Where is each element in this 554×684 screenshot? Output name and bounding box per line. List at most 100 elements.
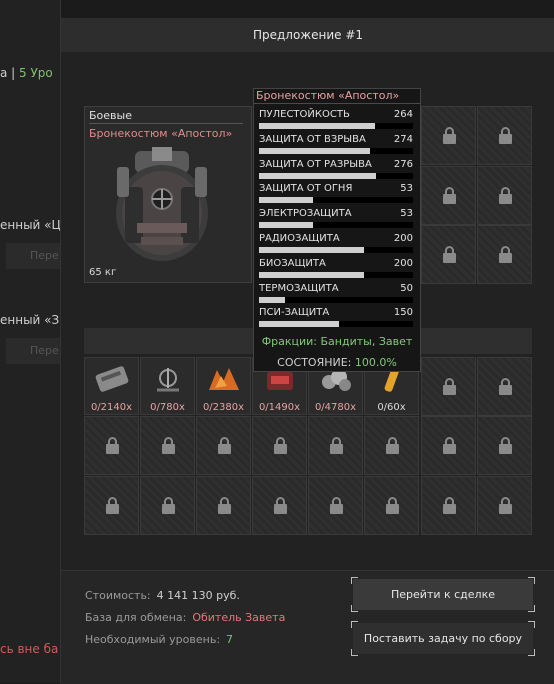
locked-slot	[84, 416, 139, 475]
stat-value: 53	[400, 208, 413, 220]
locked-slot	[421, 106, 476, 165]
stat-bar	[259, 172, 413, 179]
stat-label: ЗАЩИТА ОТ ВЗРЫВА	[259, 133, 366, 145]
armor-suit-icon	[116, 147, 208, 261]
locked-slot	[477, 166, 532, 225]
base-label: База для обмена:	[85, 611, 187, 624]
lock-icon	[499, 378, 512, 395]
lock-icon	[330, 497, 343, 514]
lock-icon	[162, 437, 175, 454]
stat-row: РАДИОЗАЩИТА 200	[257, 233, 417, 257]
cost-label: Стоимость:	[85, 589, 151, 602]
stat-value: 264	[393, 109, 413, 120]
stat-bar-fill	[259, 222, 313, 229]
stat-bar-fill	[259, 247, 364, 253]
stat-row: БИОЗАЩИТА 200	[257, 258, 417, 282]
offer-title: Предложение #1	[61, 18, 554, 52]
lock-icon	[443, 497, 456, 514]
parts-icon	[157, 368, 179, 392]
stat-label: ЗАЩИТА ОТ РАЗРЫВА	[259, 158, 372, 170]
tooltip-title: Бронекостюм «Апостол»	[256, 89, 400, 102]
stat-row: ПУЛЕСТОЙКОСТЬ 264	[257, 109, 417, 133]
lock-icon	[443, 187, 456, 204]
stat-row: ЗАЩИТА ОТ ОГНЯ 53	[257, 183, 417, 207]
level-label: Необходимый уровень:	[85, 633, 221, 646]
bg-level-prefix: а |	[0, 66, 16, 80]
stat-label: ЗАЩИТА ОТ ОГНЯ	[259, 183, 353, 195]
artifact-icon	[209, 368, 239, 390]
lock-icon	[386, 497, 399, 514]
stat-bar	[259, 197, 413, 204]
locked-slot	[252, 476, 307, 535]
lock-icon	[218, 437, 231, 454]
lock-icon	[330, 437, 343, 454]
go-to-deal-label: Перейти к сделке	[391, 588, 495, 601]
item-divider	[89, 123, 243, 124]
locked-slot	[308, 416, 363, 475]
locked-slot	[364, 476, 419, 535]
stat-bar-fill	[259, 197, 313, 204]
bg-quest-line-2: енный «З	[0, 313, 60, 327]
offer-panel: Предложение #1 Боевые Бронекостюм «Апост…	[60, 0, 554, 684]
set-collect-task-button[interactable]: Поставить задачу по сбору	[351, 621, 535, 656]
bg-level-line: а | 5 Уро	[0, 66, 53, 80]
tooltip-state: СОСТОЯНИЕ: 100.0%	[254, 356, 420, 369]
tooltip-divider	[254, 103, 420, 104]
base-row: База для обмена: Обитель Завета	[85, 611, 285, 624]
container-icon	[95, 366, 129, 392]
bg-quest-line-1: енный «Ц	[0, 218, 61, 232]
bg-level-green: 5 Уро	[19, 66, 53, 80]
resource-slot[interactable]: 0/2380x	[196, 357, 251, 415]
resource-slot[interactable]: 0/2140x	[84, 357, 139, 415]
stat-bar	[259, 222, 413, 229]
base-value: Обитель Завета	[192, 611, 286, 624]
state-label: СОСТОЯНИЕ:	[277, 356, 352, 369]
go-to-deal-button[interactable]: Перейти к сделке	[351, 577, 535, 612]
stat-value: 274	[393, 133, 413, 145]
locked-slot	[84, 476, 139, 535]
lock-icon	[443, 437, 456, 454]
stat-value: 150	[393, 307, 413, 319]
locked-slot	[364, 416, 419, 475]
resource-count: 0/2140x	[90, 402, 133, 413]
offer-footer: Стоимость: 4 141 130 руб. База для обмена…	[61, 570, 554, 684]
stat-row: ЗАЩИТА ОТ ВЗРЫВА 274	[257, 134, 417, 158]
lock-icon	[499, 437, 512, 454]
resource-count: 0/60x	[377, 402, 406, 413]
item-weight: 65 кг	[89, 267, 117, 278]
stat-label: ПСИ-ЗАЩИТА	[259, 307, 330, 319]
locked-slot	[421, 166, 476, 225]
locked-slot	[196, 416, 251, 475]
locked-slot	[477, 357, 532, 416]
stat-bar	[259, 271, 413, 278]
stat-bar-fill	[259, 296, 286, 303]
lock-icon	[499, 127, 512, 144]
stat-bar	[259, 296, 413, 303]
locked-slot	[421, 357, 476, 416]
resource-count: 0/1490x	[258, 402, 301, 413]
stat-row: ТЕРМОЗАЩИТА 50	[257, 283, 417, 307]
cost-value: 4 141 130 руб.	[156, 589, 240, 602]
lock-icon	[443, 127, 456, 144]
bg-button-1: Пере	[6, 243, 60, 269]
resource-slot[interactable]: 0/780x	[140, 357, 195, 415]
offer-item-cell[interactable]: Боевые Бронекостюм «Апостол» 65 кг	[84, 106, 252, 283]
stat-row: ЗАЩИТА ОТ РАЗРЫВА 276	[257, 159, 417, 183]
stat-bar	[259, 123, 413, 129]
locked-slot	[477, 416, 532, 475]
locked-slot	[477, 225, 532, 284]
lock-icon	[443, 378, 456, 395]
stat-bar	[259, 147, 413, 154]
stat-label: ПУЛЕСТОЙКОСТЬ	[259, 109, 350, 120]
level-row: Необходимый уровень: 7	[85, 633, 233, 646]
stat-value: 200	[393, 233, 413, 244]
locked-slot	[140, 416, 195, 475]
locked-slot	[421, 225, 476, 284]
stat-bar-fill	[259, 321, 340, 328]
stat-label: РАДИОЗАЩИТА	[259, 233, 340, 244]
stat-label: ТЕРМОЗАЩИТА	[259, 282, 339, 294]
bg-button-2: Пере	[6, 338, 60, 364]
lock-icon	[106, 437, 119, 454]
stat-label: БИОЗАЩИТА	[259, 257, 326, 269]
locked-slot	[252, 416, 307, 475]
